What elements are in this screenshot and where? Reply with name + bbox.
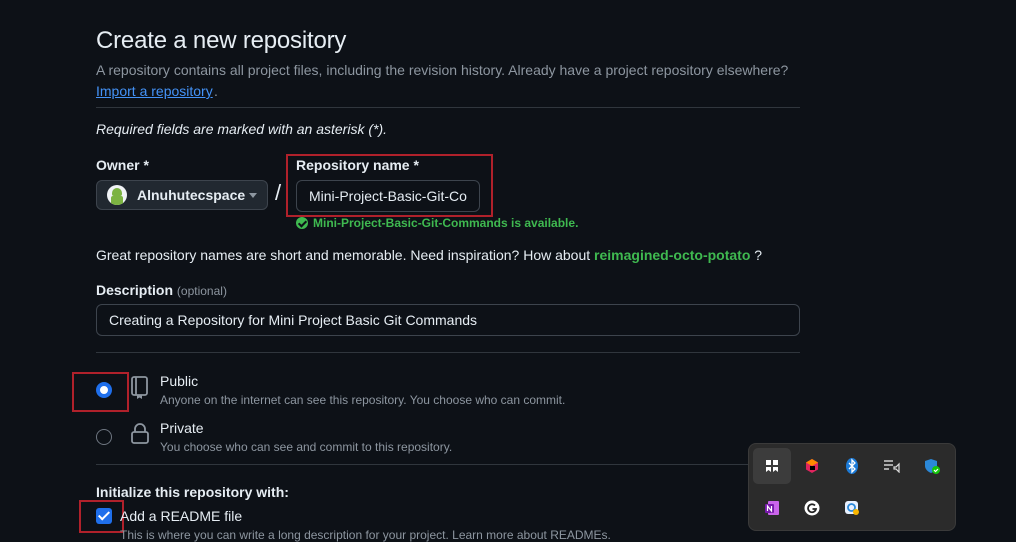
avatar [107,185,127,205]
required-fields-note: Required fields are marked with an aster… [96,121,388,137]
bluetooth-icon[interactable] [833,448,871,484]
name-suggestion-link[interactable]: reimagined-octo-potato [594,247,750,263]
import-repository-link[interactable]: Import a repository [96,83,213,99]
pinned-app-icon[interactable] [753,448,791,484]
media-control-icon[interactable] [873,448,911,484]
availability-message: Mini-Project-Basic-Git-Commands is avail… [296,216,578,230]
public-option-desc: Anyone on the internet can see this repo… [160,393,566,407]
system-tray-overflow [748,443,956,531]
check-circle-icon [296,217,308,229]
page-subtitle: A repository contains all project files,… [96,62,789,78]
private-radio[interactable] [96,429,112,445]
chevron-down-icon [249,193,257,198]
onenote-icon[interactable] [753,490,791,526]
readme-description: This is where you can write a long descr… [120,528,611,542]
description-input[interactable] [96,304,800,336]
optional-tag: (optional) [176,284,227,298]
grammarly-icon[interactable] [793,490,831,526]
annotation-highlight-repo-name [286,154,493,217]
annotation-highlight-readme [79,500,124,533]
jetbrains-toolbox-icon[interactable] [793,448,831,484]
windows-security-icon[interactable] [913,448,951,484]
owner-repo-separator: / [275,180,282,205]
hint-text: Great repository names are short and mem… [96,247,591,263]
public-option-title: Public [160,373,199,389]
private-option-desc: You choose who can see and commit to thi… [160,440,453,454]
owner-name: Alnuhutecspace [137,187,246,203]
teams-chat-icon[interactable] [833,490,871,526]
header-divider [96,107,800,108]
availability-text: Mini-Project-Basic-Git-Commands is avail… [313,216,579,230]
section-divider [96,464,800,465]
page-title: Create a new repository [96,27,347,54]
hint-suffix: ? [754,247,763,263]
owner-select[interactable]: Alnuhutecspace [96,180,268,210]
lock-icon [131,423,149,444]
name-hint: Great repository names are short and mem… [96,247,762,263]
private-option-title: Private [160,420,204,436]
import-link-suffix: . [214,83,218,99]
repo-icon [131,376,148,399]
annotation-highlight-public [72,372,129,412]
initialize-heading: Initialize this repository with: [96,484,289,500]
section-divider [96,352,800,353]
owner-label: Owner * [96,157,149,173]
description-label: Description (optional) [96,282,227,298]
readme-label: Add a README file [120,508,243,524]
description-label-text: Description [96,282,174,298]
